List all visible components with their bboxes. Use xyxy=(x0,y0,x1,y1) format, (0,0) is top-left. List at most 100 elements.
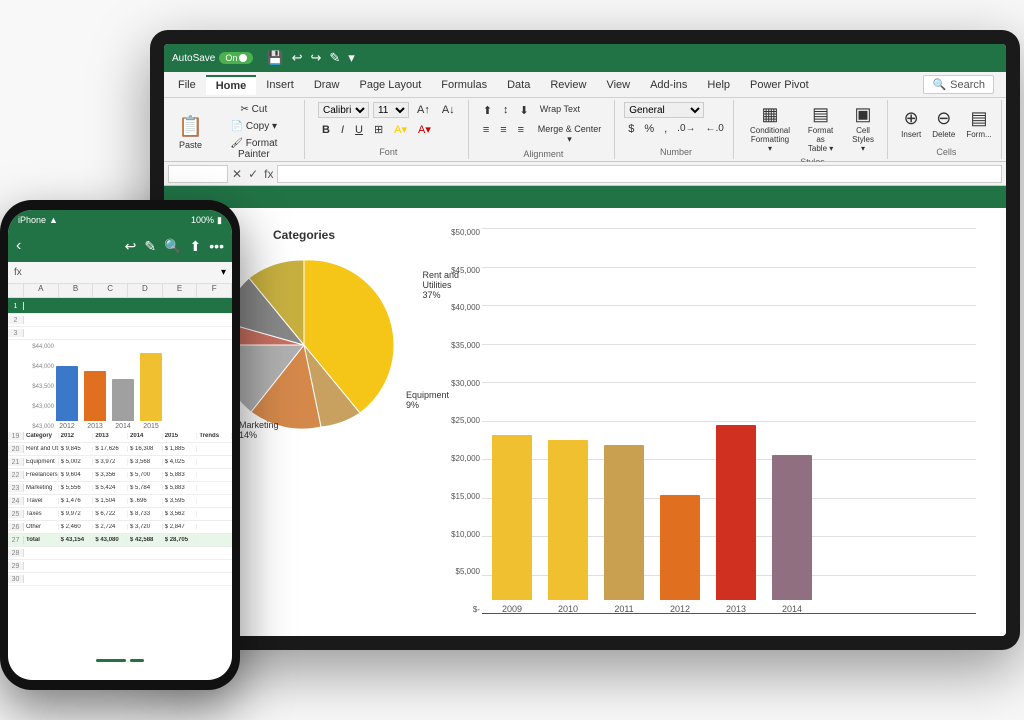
phone-toolbar-icons: ↩ ✎ 🔍 ⬆ ••• xyxy=(125,238,224,255)
bold-button[interactable]: B xyxy=(318,122,334,138)
cancel-formula-icon[interactable]: ✕ xyxy=(232,167,242,181)
tab-insert[interactable]: Insert xyxy=(256,76,304,94)
save-icon[interactable]: 💾 xyxy=(265,48,285,68)
increase-font-button[interactable]: A↑ xyxy=(413,102,434,118)
phone-row-22: 22 Freelancers $ 9,604 $ 3,356 $ 5,700 $… xyxy=(8,469,232,482)
format-painter-button[interactable]: 🖌 Format Painter xyxy=(210,136,298,162)
tab-view[interactable]: View xyxy=(596,76,640,94)
tab-review[interactable]: Review xyxy=(540,76,596,94)
more-icon[interactable]: ▾ xyxy=(346,48,357,68)
phone-formula-chevron: ▾ xyxy=(221,267,226,278)
phone-bar-label-2014: 2014 xyxy=(115,423,131,430)
increase-decimal-button[interactable]: .0→ xyxy=(673,121,699,137)
formula-input[interactable] xyxy=(277,165,1002,183)
font-color-button[interactable]: A▾ xyxy=(414,121,435,138)
phone-row-23: 23 Marketing $ 5,556 $ 5,424 $ 5,784 $ 5… xyxy=(8,482,232,495)
decrease-font-button[interactable]: A↓ xyxy=(438,102,459,118)
clipboard-buttons: 📋 Paste ✂ Cut 📄 Copy ▾ 🖌 Format Painter xyxy=(174,102,298,162)
border-button[interactable]: ⊞ xyxy=(370,121,387,138)
copy-button[interactable]: 📄 Copy ▾ xyxy=(210,119,298,134)
tab-data[interactable]: Data xyxy=(497,76,540,94)
italic-button[interactable]: I xyxy=(337,122,348,138)
cut-button[interactable]: ✂ Cut xyxy=(210,102,298,117)
phone-bar-group-2013: 2013 xyxy=(84,371,106,430)
comma-format-button[interactable]: , xyxy=(660,121,671,137)
back-button[interactable]: ‹ xyxy=(16,237,21,255)
tab-draw[interactable]: Draw xyxy=(304,76,350,94)
format-table-icon: ▤ xyxy=(812,104,829,125)
phone-bars: 2012 2013 2014 xyxy=(56,344,228,430)
bar-2014-fill xyxy=(772,455,812,600)
search-area[interactable]: 🔍 Search xyxy=(923,75,994,94)
paste-label: Paste xyxy=(179,140,202,150)
phone-more-icon[interactable]: ••• xyxy=(209,238,224,255)
cell-styles-button[interactable]: ▣ CellStyles ▾ xyxy=(845,102,881,155)
align-left-button[interactable]: ≡ xyxy=(479,122,493,147)
phone-formula-bar: fx ▾ xyxy=(8,262,232,284)
tab-formulas[interactable]: Formulas xyxy=(431,76,497,94)
phone-search-icon[interactable]: 🔍 xyxy=(164,238,181,255)
toggle-dot xyxy=(239,54,247,62)
customize-icon[interactable]: ✎ xyxy=(327,48,342,68)
phone-undo-icon[interactable]: ↩ xyxy=(125,238,137,255)
function-icon[interactable]: fx xyxy=(264,167,273,181)
phone-header-row: 1 xyxy=(8,298,232,314)
phone-function-icon[interactable]: fx xyxy=(14,267,22,278)
format-cells-button[interactable]: ▤ Form... xyxy=(962,106,995,141)
phone-bar-label-2012: 2012 xyxy=(59,423,75,430)
align-center-button[interactable]: ≡ xyxy=(496,122,510,147)
align-middle-button[interactable]: ↕ xyxy=(499,102,513,119)
redo-icon[interactable]: ↪ xyxy=(308,48,323,68)
number-format-select[interactable]: General xyxy=(624,102,704,118)
autosave-toggle[interactable]: On xyxy=(219,52,253,64)
phone-col-c: C xyxy=(93,284,128,297)
paste-icon: 📋 xyxy=(178,114,203,139)
wrap-text-button[interactable]: Wrap Text xyxy=(536,102,584,119)
bar-2013: 2013 xyxy=(716,425,756,614)
formula-bar: ✕ ✓ fx xyxy=(164,162,1006,186)
tab-help[interactable]: Help xyxy=(697,76,740,94)
decrease-decimal-button[interactable]: ←.0 xyxy=(702,121,728,137)
name-box[interactable] xyxy=(168,165,228,183)
tab-page-layout[interactable]: Page Layout xyxy=(349,76,431,94)
paste-button[interactable]: 📋 Paste xyxy=(174,112,207,152)
tab-home[interactable]: Home xyxy=(206,75,257,95)
bar-2010: 2010 xyxy=(548,440,588,614)
phone-row-num-header: 1 xyxy=(8,302,24,310)
fill-color-button[interactable]: A▾ xyxy=(390,121,411,138)
phone-row-30: 30 xyxy=(8,573,232,586)
format-as-table-button[interactable]: ▤ Format asTable ▾ xyxy=(799,102,842,155)
phone-formula-input[interactable] xyxy=(26,267,217,278)
align-right-button[interactable]: ≡ xyxy=(514,122,528,147)
merge-center-button[interactable]: Merge & Center ▾ xyxy=(531,122,608,147)
phone-share-icon[interactable]: ⬆ xyxy=(190,238,202,255)
phone-bar-group-2012: 2012 xyxy=(56,366,78,430)
percent-format-button[interactable]: % xyxy=(640,121,658,137)
number-controls: General $ % , .0→ ←.0 xyxy=(624,102,728,145)
font-size-select[interactable]: 11 xyxy=(373,102,409,118)
confirm-formula-icon[interactable]: ✓ xyxy=(248,167,258,181)
undo-icon[interactable]: ↩ xyxy=(290,48,305,68)
underline-button[interactable]: U xyxy=(351,122,367,138)
tab-power-pivot[interactable]: Power Pivot xyxy=(740,76,819,94)
y-label-25k: $25,000 xyxy=(434,416,480,425)
phone-bar-group-2015: 2015 xyxy=(140,353,162,430)
align-top-button[interactable]: ⬆ xyxy=(479,102,496,119)
delete-icon: ⊖ xyxy=(936,108,951,129)
font-family-select[interactable]: Calibri xyxy=(318,102,369,118)
dollar-format-button[interactable]: $ xyxy=(624,121,638,137)
insert-cells-button[interactable]: ⊕ Insert xyxy=(897,106,925,141)
align-bottom-button[interactable]: ⬇ xyxy=(516,102,533,119)
bar-2010-label: 2010 xyxy=(558,604,578,614)
bar-chart-area: $50,000 $45,000 $40,000 $35,000 $30,000 … xyxy=(434,228,976,636)
phone-pencil-icon[interactable]: ✎ xyxy=(144,238,156,255)
styles-group: ▦ ConditionalFormatting ▾ ▤ Format asTab… xyxy=(738,100,888,159)
tab-addins[interactable]: Add-ins xyxy=(640,76,697,94)
conditional-formatting-button[interactable]: ▦ ConditionalFormatting ▾ xyxy=(744,102,796,155)
y-label-0: $- xyxy=(434,605,480,614)
tab-file[interactable]: File xyxy=(168,76,206,94)
phone-selection-indicator xyxy=(96,659,144,662)
font-controls: Calibri 11 A↑ A↓ B I U ⊞ xyxy=(318,102,459,145)
delete-cells-button[interactable]: ⊖ Delete xyxy=(928,106,959,141)
insert-icon: ⊕ xyxy=(904,108,919,129)
